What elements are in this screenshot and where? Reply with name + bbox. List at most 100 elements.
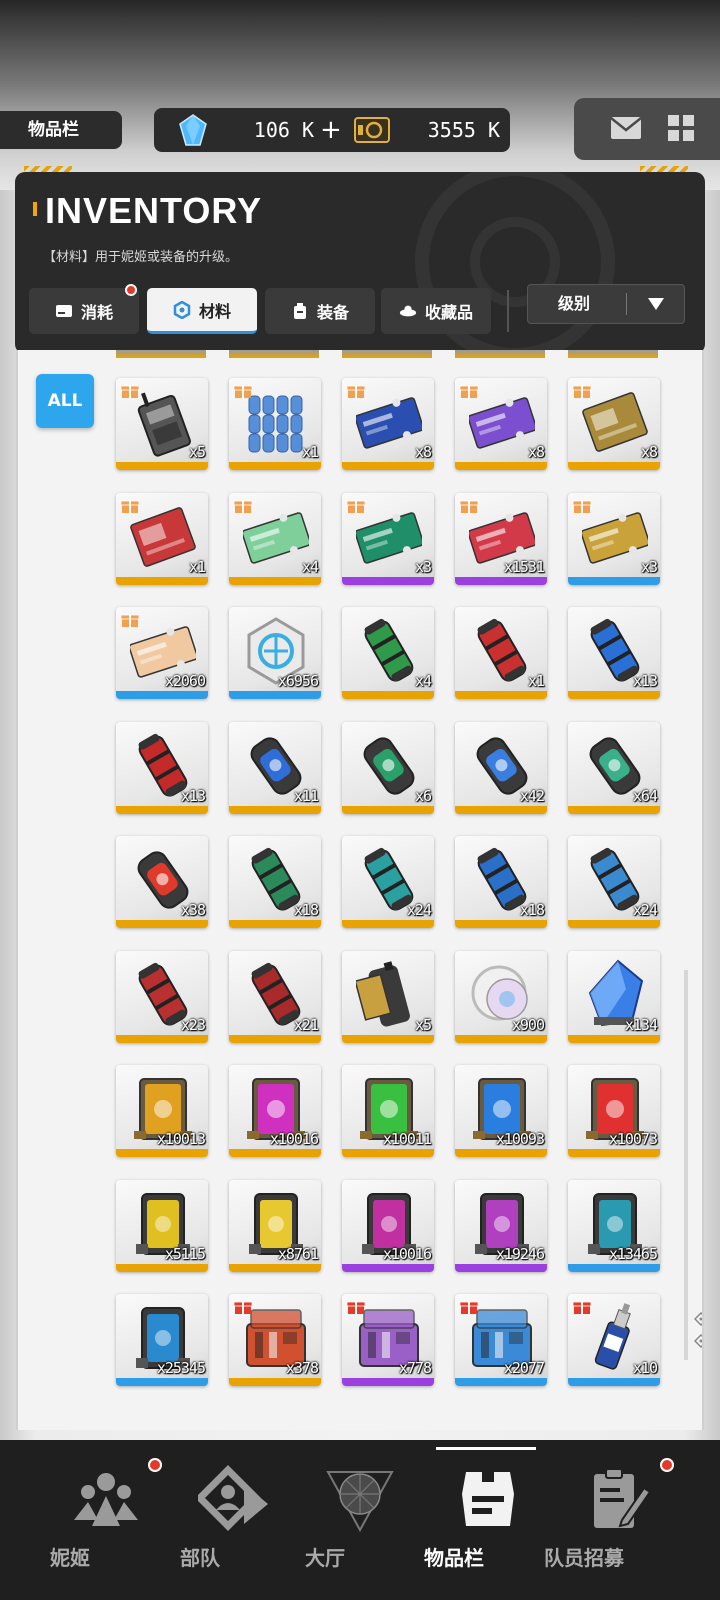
water-bottles-item[interactable]: x1 <box>229 378 321 470</box>
green-capsule-item[interactable]: x6 <box>342 721 434 814</box>
film-art <box>356 960 410 1027</box>
orange-toolkit-item[interactable]: x378 <box>229 1294 321 1386</box>
glue-bottle-item[interactable]: x10 <box>568 1294 660 1386</box>
day-ticket-gold-item[interactable]: x3 <box>568 492 660 585</box>
red-heart-ticket-item[interactable]: x1531 <box>455 492 547 585</box>
divider <box>626 293 627 315</box>
purple-pad-item[interactable]: x19246 <box>455 1179 547 1272</box>
red-tablet-item[interactable]: x10073 <box>568 1065 660 1157</box>
rarity-bar <box>455 1263 547 1272</box>
gold-card-item[interactable]: x8 <box>568 378 660 470</box>
nav-recruit[interactable]: 队员招募 <box>544 1440 690 1600</box>
green-canister-item[interactable]: x4 <box>342 607 434 699</box>
ticket-purple-item[interactable]: x8 <box>455 378 547 470</box>
year-ticket-blue-item[interactable]: x8 <box>342 378 434 470</box>
page-label: 物品栏 <box>0 111 122 149</box>
rarity-bar <box>342 1034 434 1043</box>
add-gems-button[interactable]: + <box>320 108 342 152</box>
blue-canister-item[interactable]: x13 <box>568 607 660 699</box>
squad-icon <box>198 1465 268 1531</box>
tab-label: 材料 <box>198 301 231 321</box>
item-peek <box>342 350 432 358</box>
blue-capsule-item[interactable]: x11 <box>229 721 321 814</box>
previous-row-peek <box>18 350 702 358</box>
red-battery-item[interactable]: x38 <box>116 836 208 928</box>
collectible-icon <box>399 305 417 317</box>
item-quantity: x5 <box>414 1015 432 1034</box>
mail-icon[interactable] <box>610 116 642 140</box>
green-flake-capsule-item[interactable]: x64 <box>568 721 660 814</box>
tab-collectibles[interactable]: 收藏品 <box>381 288 491 334</box>
scroll-marker-icon <box>694 1334 702 1348</box>
core-module-item[interactable]: x6956 <box>229 607 321 699</box>
tab-equipment[interactable]: 装备 <box>265 288 375 334</box>
blue-crystal-item[interactable]: x134 <box>568 950 660 1043</box>
card-art <box>130 506 196 567</box>
rarity-bar <box>229 805 321 814</box>
ticket-art <box>356 511 422 564</box>
blue-pad-item[interactable]: x25345 <box>116 1294 208 1386</box>
item-quantity: x8 <box>414 443 432 461</box>
purple-toolkit-item[interactable]: x778 <box>342 1294 434 1386</box>
badge-pin-item[interactable]: x900 <box>455 950 547 1043</box>
rarity-bar <box>568 462 660 470</box>
yellow-pad-2-item[interactable]: x8761 <box>229 1179 321 1272</box>
tab-consumables[interactable]: 消耗 <box>29 284 139 334</box>
item-quantity: x10073 <box>608 1130 658 1148</box>
cream-ticket-item[interactable]: x2060 <box>116 607 208 699</box>
item-quantity: x24 <box>406 901 432 919</box>
red-cylinder-item[interactable]: x13 <box>116 721 208 814</box>
item-quantity: x10 <box>632 1359 658 1377</box>
blue-tablet-item[interactable]: x10093 <box>455 1065 547 1157</box>
blue-ring-cylinder-item[interactable]: x24 <box>568 836 660 928</box>
gem-icon <box>179 114 207 146</box>
item-quantity: x21 <box>293 1015 319 1034</box>
gold-tablet-item[interactable]: x10013 <box>116 1065 208 1157</box>
ticket-art <box>582 511 648 564</box>
canister-art <box>364 618 414 682</box>
filter-all-button[interactable]: ALL <box>36 374 94 428</box>
package-icon <box>573 1301 591 1314</box>
red-tank-item[interactable]: x23 <box>116 950 208 1043</box>
item-quantity: x18 <box>293 901 319 919</box>
nav-inventory[interactable]: 物品栏 <box>416 1440 560 1600</box>
teal-pad-item[interactable]: x13465 <box>568 1179 660 1272</box>
nav-lobby[interactable]: 大厅 <box>288 1440 432 1600</box>
red-poster-item[interactable]: x1 <box>116 492 208 585</box>
item-quantity: x18 <box>519 901 545 919</box>
magenta-tablet-item[interactable]: x10016 <box>229 1065 321 1157</box>
yellow-pad-item[interactable]: x5115 <box>116 1179 208 1272</box>
item-quantity: x25345 <box>156 1359 206 1377</box>
green-tablet-item[interactable]: x10011 <box>342 1065 434 1157</box>
rarity-bar <box>229 1149 321 1157</box>
item-quantity: x778 <box>398 1359 432 1377</box>
sort-dropdown[interactable]: 级别 <box>527 284 685 324</box>
ticket-art <box>356 397 422 449</box>
rarity-bar <box>455 1149 547 1157</box>
item-peek <box>455 350 545 358</box>
green-star-cylinder-item[interactable]: x18 <box>229 836 321 928</box>
week-ticket-green-item[interactable]: x3 <box>342 492 434 585</box>
blue-shield-capsule-item[interactable]: x42 <box>455 721 547 814</box>
rarity-bar <box>229 576 321 585</box>
birthday-ticket-item[interactable]: x4 <box>229 492 321 585</box>
nav-nikke[interactable]: 妮姬 <box>34 1440 178 1600</box>
rarity-bar <box>229 1034 321 1043</box>
radio-item[interactable]: x5 <box>116 378 208 470</box>
item-quantity: x10013 <box>156 1130 206 1148</box>
scrollbar[interactable] <box>684 970 688 1360</box>
film-roll-item[interactable]: x5 <box>342 950 434 1043</box>
blue-toolkit-item[interactable]: x2077 <box>455 1294 547 1386</box>
magenta-pad-item[interactable]: x10016 <box>342 1179 434 1272</box>
red-canister-item[interactable]: x1 <box>455 607 547 699</box>
item-quantity: x10016 <box>269 1130 319 1148</box>
blue-burst-cylinder-item[interactable]: x18 <box>455 836 547 928</box>
tab-materials[interactable]: 材料 <box>147 288 257 334</box>
rarity-bar <box>116 462 208 470</box>
teal-gear-cylinder-item[interactable]: x24 <box>342 836 434 928</box>
dark-red-tank-item[interactable]: x21 <box>229 950 321 1043</box>
nav-squad[interactable]: 部队 <box>162 1440 306 1600</box>
rarity-bar <box>342 576 434 585</box>
menu-grid-icon[interactable] <box>668 115 694 141</box>
scroll-marker-icon <box>694 1312 702 1326</box>
